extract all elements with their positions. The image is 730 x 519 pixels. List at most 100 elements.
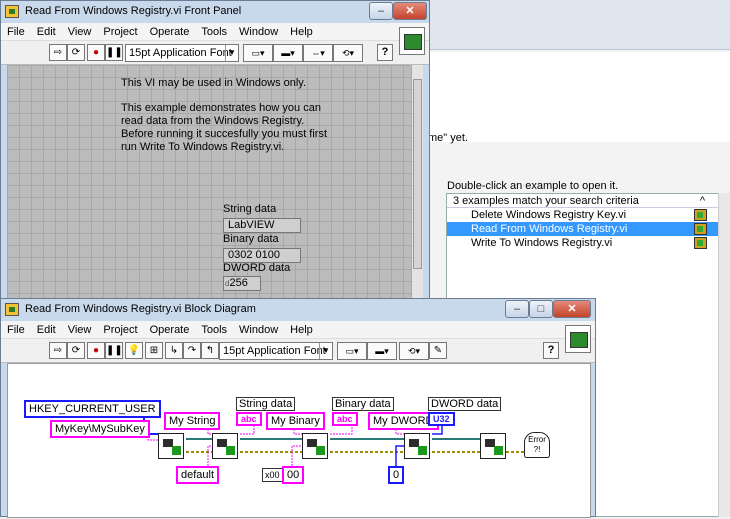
front-panel-vscrollbar[interactable] xyxy=(411,65,423,301)
clean-up-diagram-icon[interactable]: ✎ xyxy=(429,342,447,359)
sort-caret-icon[interactable]: ^ xyxy=(700,194,705,208)
block-diagram-titlebar[interactable]: Read From Windows Registry.vi Block Diag… xyxy=(1,299,595,321)
example-item-delete[interactable]: Delete Windows Registry Key.vi xyxy=(447,208,729,222)
dword-data-indicator[interactable]: d256 xyxy=(223,276,261,291)
labview-app-icon xyxy=(5,5,19,18)
pause-icon[interactable]: ❚❚ xyxy=(105,44,123,61)
default-binary-constant[interactable]: 00 xyxy=(282,466,305,484)
reorder-icon[interactable]: ⟲▾ xyxy=(333,44,363,62)
example-item-write[interactable]: Write To Windows Registry.vi xyxy=(447,236,729,250)
dword-data-terminal[interactable]: U32 xyxy=(428,412,455,426)
retain-wire-values-icon[interactable]: ⊞ xyxy=(145,342,163,359)
menu-operate[interactable]: Operate xyxy=(150,324,190,336)
run-arrow-icon[interactable]: ⇨ xyxy=(49,342,67,359)
close-registry-key-vi[interactable] xyxy=(480,433,506,459)
example-finder-description-area xyxy=(428,52,730,142)
menu-project[interactable]: Project xyxy=(103,324,137,336)
menu-view[interactable]: View xyxy=(68,324,92,336)
example-list-scrollbar[interactable] xyxy=(718,193,730,517)
context-help-icon[interactable]: ? xyxy=(377,44,393,61)
block-diagram-canvas[interactable]: HKEY_CURRENT_USER MyKey\MySubKey My Stri… xyxy=(7,363,591,518)
minimize-button[interactable]: – xyxy=(369,2,393,20)
default-dword-constant[interactable]: 0 xyxy=(388,466,405,484)
read-registry-binary-vi[interactable] xyxy=(302,433,328,459)
step-out-icon[interactable]: ↰ xyxy=(201,342,219,359)
simple-error-handler-vi[interactable]: Error ?! xyxy=(524,432,550,458)
example-item-read[interactable]: Read From Windows Registry.vi xyxy=(447,222,729,236)
menu-help[interactable]: Help xyxy=(290,324,313,336)
front-panel-canvas: This VI may be used in Windows only. Thi… xyxy=(7,65,411,301)
resize-objects-icon[interactable]: ⇔▾ xyxy=(303,44,333,62)
step-over-icon[interactable]: ↷ xyxy=(183,342,201,359)
read-registry-dword-vi[interactable] xyxy=(404,433,430,459)
binary-data-terminal[interactable]: abc xyxy=(332,412,358,426)
connector-pane-icon[interactable] xyxy=(565,325,591,353)
menu-window[interactable]: Window xyxy=(239,26,278,38)
read-registry-string-vi[interactable] xyxy=(212,433,238,459)
menu-edit[interactable]: Edit xyxy=(37,324,56,336)
vi-file-icon xyxy=(694,209,707,221)
hkey-constant[interactable]: HKEY_CURRENT_USER xyxy=(24,400,161,418)
connector-pane-icon[interactable] xyxy=(399,27,425,55)
key-path-constant[interactable]: MyKey\MySubKey xyxy=(50,420,150,438)
distribute-objects-icon[interactable]: ▬▾ xyxy=(273,44,303,62)
vi-file-icon xyxy=(694,223,707,235)
front-panel-titlebar[interactable]: Read From Windows Registry.vi Front Pane… xyxy=(1,1,429,23)
menu-project[interactable]: Project xyxy=(103,26,137,38)
menu-help[interactable]: Help xyxy=(290,26,313,38)
pause-icon[interactable]: ❚❚ xyxy=(105,342,123,359)
font-select[interactable]: 15pt Application Font ▼ xyxy=(125,44,239,62)
string-data-label: String data xyxy=(223,203,277,215)
string-data-indicator[interactable]: LabVIEW xyxy=(223,218,301,233)
menu-tools[interactable]: Tools xyxy=(201,26,227,38)
example-finder-partial-text: me" yet. xyxy=(428,132,468,144)
default-string-constant[interactable]: default xyxy=(176,466,220,484)
run-continuously-icon[interactable]: ⟳ xyxy=(67,44,85,61)
menu-tools[interactable]: Tools xyxy=(201,324,227,336)
vi-file-icon xyxy=(694,237,707,249)
highlight-execution-icon[interactable]: 💡 xyxy=(125,342,143,359)
distribute-objects-icon[interactable]: ▬▾ xyxy=(367,342,397,360)
my-binary-constant[interactable]: My Binary xyxy=(266,412,325,430)
menu-view[interactable]: View xyxy=(68,26,92,38)
align-objects-icon[interactable]: ▭▾ xyxy=(243,44,273,62)
example-item-label: Delete Windows Registry Key.vi xyxy=(471,209,627,221)
default-dword-value: 0 xyxy=(393,469,400,481)
menu-edit[interactable]: Edit xyxy=(37,26,56,38)
maximize-button[interactable]: □ xyxy=(529,300,553,318)
font-select-label: 15pt Application Font xyxy=(223,345,326,357)
my-string-constant[interactable]: My String xyxy=(164,412,221,430)
string-data-terminal[interactable]: abc xyxy=(236,412,262,426)
step-into-icon[interactable]: ↳ xyxy=(165,342,183,359)
menu-window[interactable]: Window xyxy=(239,324,278,336)
my-binary-value: My Binary xyxy=(271,415,320,427)
menubar: File Edit View Project Operate Tools Win… xyxy=(1,321,595,339)
menubar: File Edit View Project Operate Tools Win… xyxy=(1,23,429,41)
reorder-icon[interactable]: ⟲▾ xyxy=(399,342,429,360)
toolbar: ⇨ ⟳ ● ❚❚ 💡 ⊞ ↳ ↷ ↰ 15pt Application Font… xyxy=(1,339,595,363)
dword-value: 256 xyxy=(229,277,248,289)
menu-operate[interactable]: Operate xyxy=(150,26,190,38)
window-title: Read From Windows Registry.vi Front Pane… xyxy=(25,5,242,17)
results-header: 3 examples match your search criteria ^ xyxy=(447,194,729,208)
example-finder-instruction: Double-click an example to open it. xyxy=(447,180,619,192)
dword-data-terminal-label: DWORD data xyxy=(428,397,502,411)
abort-icon[interactable]: ● xyxy=(87,44,105,61)
font-select[interactable]: 15pt Application Font ▼ xyxy=(219,342,333,360)
close-button[interactable]: ✕ xyxy=(553,300,591,318)
run-arrow-icon[interactable]: ⇨ xyxy=(49,44,67,61)
align-objects-icon[interactable]: ▭▾ xyxy=(337,342,367,360)
chevron-down-icon: ▼ xyxy=(225,45,238,61)
my-dword-value: My DWORD xyxy=(373,415,434,427)
run-continuously-icon[interactable]: ⟳ xyxy=(67,342,85,359)
open-registry-key-vi[interactable] xyxy=(158,433,184,459)
context-help-icon[interactable]: ? xyxy=(543,342,559,359)
default-string-value: default xyxy=(181,469,215,481)
minimize-button[interactable]: – xyxy=(505,300,529,318)
scroll-thumb[interactable] xyxy=(413,79,422,269)
close-button[interactable]: ✕ xyxy=(393,2,427,20)
menu-file[interactable]: File xyxy=(7,324,25,336)
abort-icon[interactable]: ● xyxy=(87,342,105,359)
menu-file[interactable]: File xyxy=(7,26,25,38)
binary-data-indicator[interactable]: 0302 0100 xyxy=(223,248,301,263)
